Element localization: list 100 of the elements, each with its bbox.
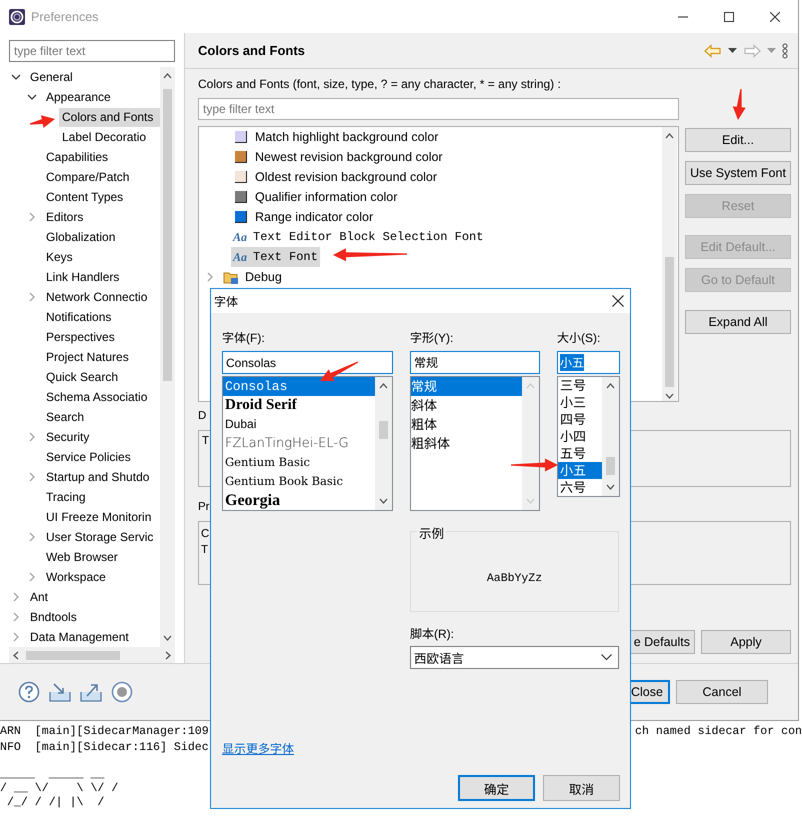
expand-icon[interactable] [11, 612, 21, 622]
tree-item[interactable]: General [27, 68, 76, 86]
size-option[interactable]: 三号 [558, 377, 602, 394]
back-icon[interactable] [704, 44, 722, 58]
tree-item[interactable]: Project Natures [43, 348, 132, 366]
caret-icon[interactable] [728, 48, 737, 54]
expand-icon[interactable] [205, 272, 215, 282]
scroll-thumb[interactable] [379, 421, 388, 439]
expand-icon[interactable] [27, 472, 37, 482]
record-icon[interactable] [111, 681, 133, 703]
scrollbar[interactable] [375, 377, 392, 510]
scrollbar[interactable] [160, 67, 175, 647]
dialog-button[interactable]: 取消 [543, 775, 620, 801]
font-option[interactable]: Dubai [223, 415, 375, 434]
font-option[interactable]: Georgia [223, 491, 375, 510]
style-option[interactable]: 粗斜体 [411, 434, 522, 453]
collapse-icon[interactable] [27, 92, 37, 102]
action-button[interactable]: Apply [701, 630, 791, 654]
style-option[interactable]: 粗体 [411, 415, 522, 434]
tree-item[interactable]: Security [43, 428, 92, 446]
tree-item[interactable]: Service Policies [43, 448, 134, 466]
menu-icon[interactable] [782, 42, 788, 58]
export-icon[interactable] [80, 681, 102, 703]
close-icon[interactable] [770, 12, 780, 22]
tree-item[interactable]: Capabilities [43, 148, 112, 166]
tree-item[interactable]: Ant [27, 588, 52, 606]
expand-icon[interactable] [11, 632, 21, 642]
size-option[interactable]: 小四 [558, 428, 602, 445]
tree-item[interactable]: Tracing [43, 488, 89, 506]
tree-item[interactable]: Web Browser [43, 548, 121, 566]
scroll-thumb[interactable] [26, 651, 120, 660]
font-option[interactable]: Gentium Book Basic [223, 472, 375, 491]
script-dropdown[interactable]: 西欧语言 [410, 646, 619, 669]
tree-item[interactable]: UI Freeze Monitorin [43, 508, 154, 526]
expand-icon[interactable] [27, 212, 37, 222]
tree-item[interactable]: Aa Text Editor Block Selection Font [231, 227, 486, 247]
collapse-icon[interactable] [11, 72, 21, 82]
style-option[interactable]: 常规 [411, 377, 522, 396]
import-icon[interactable] [49, 681, 71, 703]
tree-item[interactable]: User Storage Servic [43, 528, 156, 546]
expand-icon[interactable] [27, 292, 37, 302]
action-button[interactable]: Edit... [685, 128, 791, 152]
tree-item[interactable]: Keys [43, 248, 76, 266]
tree-item[interactable]: Bndtools [27, 608, 80, 626]
tree-item[interactable]: Link Handlers [43, 268, 122, 286]
font-option[interactable]: Consolas [223, 377, 375, 396]
tree-item[interactable]: Qualifier information color [231, 187, 400, 207]
size-field[interactable]: 小五 [557, 351, 620, 374]
tree-item[interactable]: Quick Search [43, 368, 122, 386]
scroll-thumb[interactable] [606, 457, 615, 475]
filter-field[interactable]: type filter text [198, 98, 679, 120]
tree-item[interactable]: Debug [221, 267, 284, 287]
size-option[interactable]: 六号 [558, 479, 602, 496]
tree-item[interactable]: Data Management [27, 628, 132, 646]
expand-icon[interactable] [11, 592, 21, 602]
help-icon[interactable] [18, 681, 40, 703]
tree-item[interactable]: Aa Text Font [231, 247, 320, 267]
tree-item[interactable]: Perspectives [43, 328, 118, 346]
action-button[interactable]: Use System Font [685, 161, 791, 185]
tree-item[interactable]: Content Types [43, 188, 126, 206]
style-field[interactable]: 常规 [410, 351, 540, 374]
scrollbar[interactable] [9, 647, 175, 664]
action-button[interactable]: Cancel [676, 680, 768, 704]
tree-item[interactable]: Label Decoratio [59, 128, 150, 146]
scroll-thumb[interactable] [665, 257, 674, 387]
maximize-icon[interactable] [724, 12, 734, 22]
expand-icon[interactable] [27, 572, 37, 582]
font-field[interactable]: Consolas [222, 351, 393, 374]
action-button[interactable]: Close [629, 680, 670, 704]
style-option[interactable]: 斜体 [411, 396, 522, 415]
tree-item[interactable]: Compare/Patch [43, 168, 132, 186]
more-fonts-link[interactable]: 显示更多字体 [222, 741, 294, 757]
size-option[interactable]: 五号 [558, 445, 602, 462]
tree-item[interactable]: Network Connectio [43, 288, 150, 306]
font-option[interactable]: Gentium Basic [223, 453, 375, 472]
tree-item[interactable]: Schema Associatio [43, 388, 150, 406]
dialog-button[interactable]: 确定 [458, 775, 535, 801]
tree-item[interactable]: Newest revision background color [231, 147, 445, 167]
chevron-down-icon[interactable] [601, 654, 612, 661]
tree-item[interactable]: Workspace [43, 568, 109, 586]
tree-item[interactable]: Editors [43, 208, 86, 226]
size-option[interactable]: 四号 [558, 411, 602, 428]
filter-field[interactable]: type filter text [9, 40, 175, 62]
expand-icon[interactable] [27, 432, 37, 442]
tree-item[interactable]: Search [43, 408, 88, 426]
size-option[interactable]: 小五 [558, 462, 602, 479]
action-button[interactable]: e Defaults [628, 630, 695, 654]
expand-icon[interactable] [27, 532, 37, 542]
font-option[interactable]: FZLanTingHei-EL-G [223, 434, 375, 453]
tree-item[interactable]: Globalization [43, 228, 118, 246]
font-option[interactable]: Droid Serif [223, 396, 375, 415]
scrollbar[interactable] [662, 127, 677, 401]
tree-item[interactable]: Match highlight background color [231, 127, 440, 147]
size-option[interactable]: 小三 [558, 394, 602, 411]
tree-item[interactable]: Colors and Fonts [59, 108, 160, 126]
close-icon[interactable] [612, 295, 624, 307]
tree-item[interactable]: Oldest revision background color [231, 167, 440, 187]
scrollbar[interactable] [602, 377, 619, 496]
tree-item[interactable]: Range indicator color [231, 207, 376, 227]
tree-item[interactable]: Notifications [43, 308, 114, 326]
